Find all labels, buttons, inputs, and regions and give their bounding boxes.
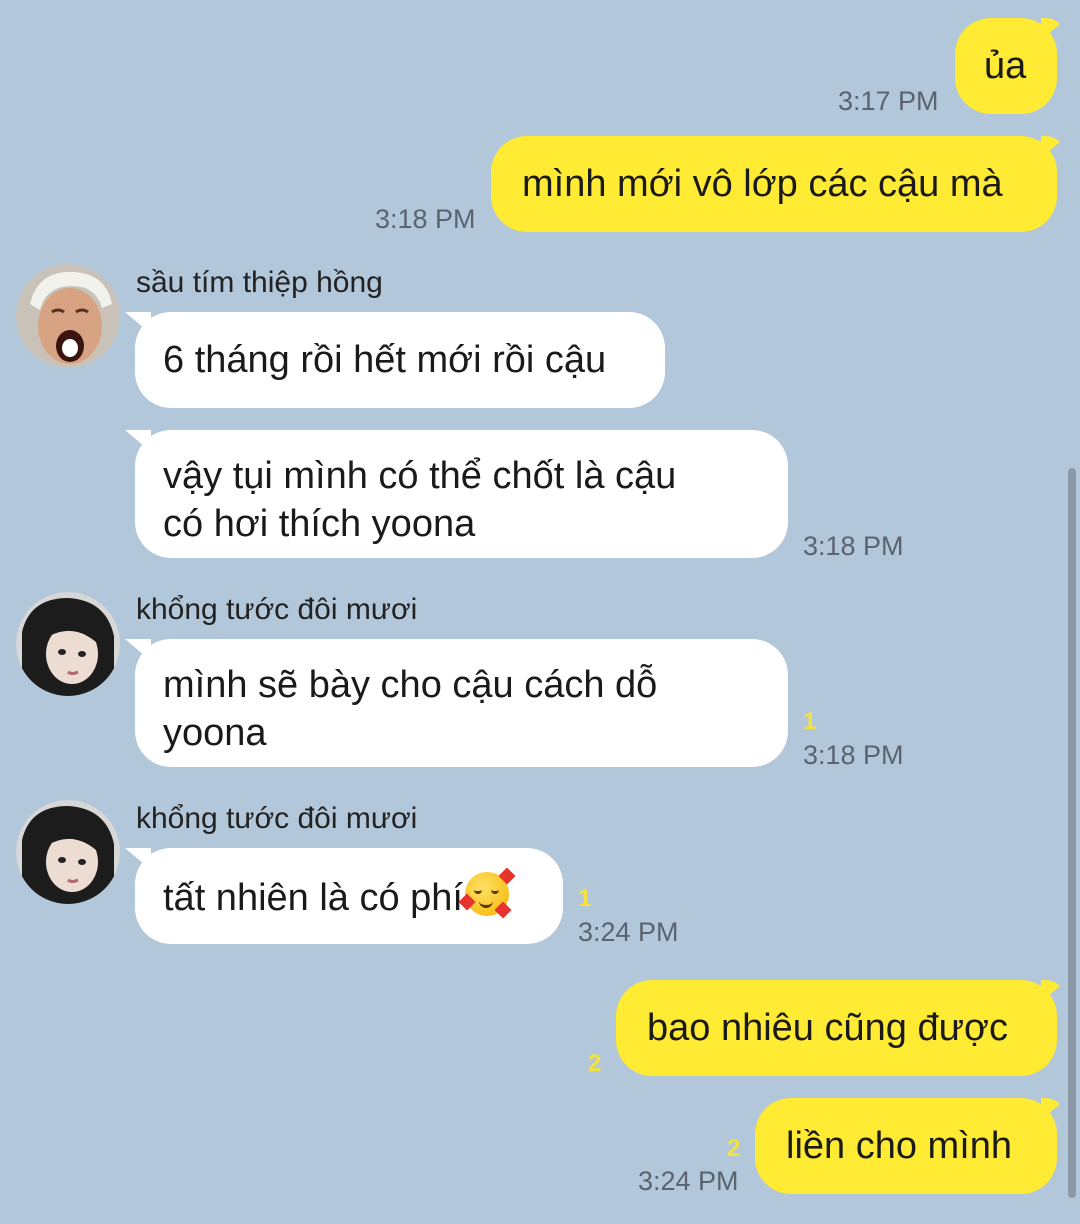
message-text: mình mới vô lớp các cậu mà [522, 163, 1003, 205]
their-message-bubble[interactable]: vậy tụi mình có thể chốt là cậu có hơi t… [135, 430, 788, 558]
their-message-bubble[interactable]: mình sẽ bày cho cậu cách dỗ yoona [135, 639, 788, 767]
message-text-line: yoona [163, 712, 267, 754]
message-text-line: có hơi thích yoona [163, 503, 476, 545]
unread-count: 2 [727, 1135, 741, 1162]
their-message-bubble[interactable]: tất nhiên là có phí [135, 848, 563, 944]
their-message-bubble[interactable]: 6 tháng rồi hết mới rồi cậu [135, 312, 665, 408]
scrollbar[interactable] [1068, 468, 1076, 1198]
unread-count: 2 [588, 1050, 602, 1077]
my-message-bubble[interactable]: bao nhiêu cũng được [616, 980, 1057, 1076]
message-time: 3:18 PM [375, 204, 476, 234]
unread-count: 1 [803, 708, 817, 735]
message-time: 3:24 PM [578, 917, 679, 947]
smiling-face-with-hearts-icon [458, 867, 516, 919]
message-time: 3:18 PM [803, 531, 904, 561]
message-text-line: mình sẽ bày cho cậu cách dỗ [163, 664, 658, 706]
sender-name: khổng tước đôi mươi [136, 802, 418, 835]
my-message-bubble[interactable]: mình mới vô lớp các cậu mà [491, 136, 1057, 232]
message-text: ủa [984, 45, 1027, 87]
unread-count: 1 [578, 885, 592, 912]
message-text: bao nhiêu cũng được [647, 1007, 1008, 1049]
message-text: 6 tháng rồi hết mới rồi cậu [163, 339, 607, 381]
my-message-bubble[interactable]: ủa [955, 18, 1057, 114]
avatar[interactable] [16, 800, 120, 904]
avatar[interactable] [16, 264, 120, 368]
my-message-bubble[interactable]: liền cho mình [755, 1098, 1057, 1194]
message-time: 3:18 PM [803, 740, 904, 770]
message-text: liền cho mình [786, 1125, 1013, 1167]
message-time: 3:17 PM [838, 86, 939, 116]
message-text-line: vậy tụi mình có thể chốt là cậu [163, 455, 677, 497]
message-text: tất nhiên là có phí [163, 877, 463, 919]
avatar[interactable] [16, 592, 120, 696]
sender-name: khổng tước đôi mươi [136, 593, 418, 626]
message-time: 3:24 PM [638, 1166, 739, 1196]
sender-name: sầu tím thiệp hồng [136, 266, 383, 299]
